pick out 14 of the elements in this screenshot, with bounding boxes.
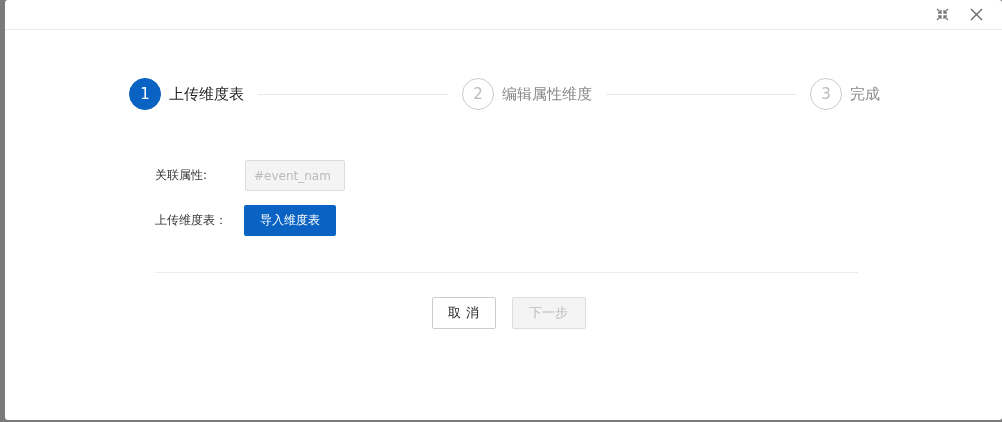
- field-label: 上传维度表：: [155, 212, 228, 229]
- field-label: 关联属性:: [155, 167, 209, 184]
- collapse-arrows-icon: [935, 8, 949, 21]
- import-button[interactable]: 导入维度表: [244, 205, 336, 236]
- step-number: 2: [462, 78, 494, 110]
- close-button[interactable]: [968, 6, 984, 23]
- step-label: 编辑属性维度: [502, 84, 592, 104]
- cancel-button[interactable]: 取 消: [431, 297, 496, 329]
- step-number: 1: [129, 78, 161, 110]
- close-icon: [969, 8, 983, 21]
- step-label: 完成: [850, 84, 880, 104]
- fullscreen-button[interactable]: [934, 6, 950, 23]
- step-label: 上传维度表: [169, 84, 244, 104]
- step-number: 3: [810, 78, 842, 110]
